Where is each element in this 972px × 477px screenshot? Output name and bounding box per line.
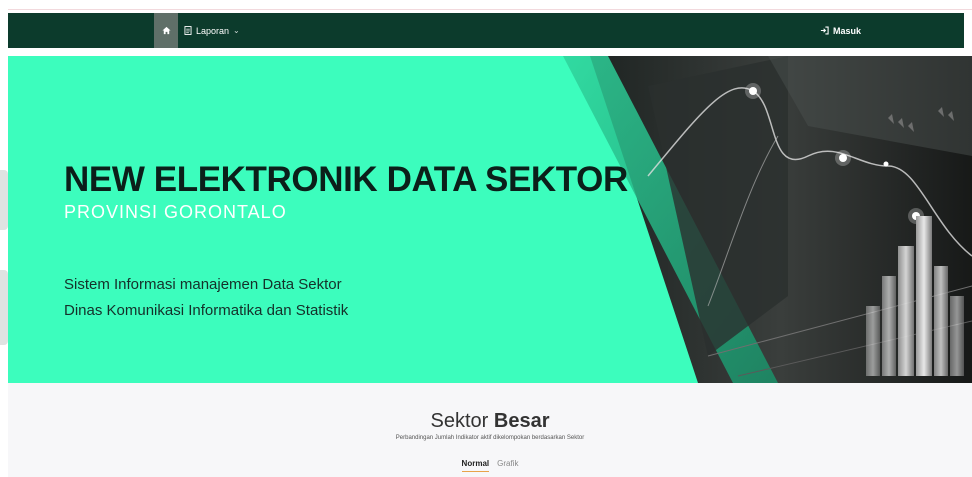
nav-laporan-menu[interactable]: Laporan ⌄ xyxy=(184,13,240,48)
document-icon xyxy=(184,26,192,35)
navbar: Laporan ⌄ Masuk xyxy=(8,13,964,48)
hero-description-line-2: Dinas Komunikasi Informatika dan Statist… xyxy=(64,302,349,319)
tab-grafik[interactable]: Grafik xyxy=(497,459,518,472)
edge-decoration xyxy=(0,170,8,230)
top-strip xyxy=(8,0,972,10)
hero-description-line-1: Sistem Informasi manajemen Data Sektor xyxy=(64,276,342,293)
login-icon xyxy=(820,26,829,35)
hero-subtitle: PROVINSI GORONTALO xyxy=(64,202,287,222)
edge-decoration xyxy=(0,270,8,345)
nav-masuk-link[interactable]: Masuk xyxy=(820,13,861,48)
view-tabs: Normal Grafik xyxy=(8,459,972,472)
hero-title: NEW ELEKTRONIK DATA SEKTOR xyxy=(64,160,628,199)
sektor-section: Sektor Besar Perbandingan Jumlah Indikat… xyxy=(8,383,972,477)
page: Laporan ⌄ Masuk NEW ELEKTRONIK DATA SEKT… xyxy=(0,0,972,477)
home-icon xyxy=(161,26,171,35)
nav-masuk-label: Masuk xyxy=(833,25,862,36)
nav-home-button[interactable] xyxy=(154,13,178,48)
hero-banner: NEW ELEKTRONIK DATA SEKTOR PROVINSI GORO… xyxy=(8,56,972,383)
section-title-bold: Besar xyxy=(493,410,550,432)
tab-normal[interactable]: Normal xyxy=(461,459,490,472)
section-title: Sektor Besar xyxy=(8,410,972,433)
nav-laporan-label: Laporan xyxy=(196,25,230,36)
section-title-normal: Sektor xyxy=(430,410,494,432)
section-description: Perbandingan Jumlah Indikator aktif dike… xyxy=(395,435,585,441)
chevron-down-icon: ⌄ xyxy=(233,26,240,35)
